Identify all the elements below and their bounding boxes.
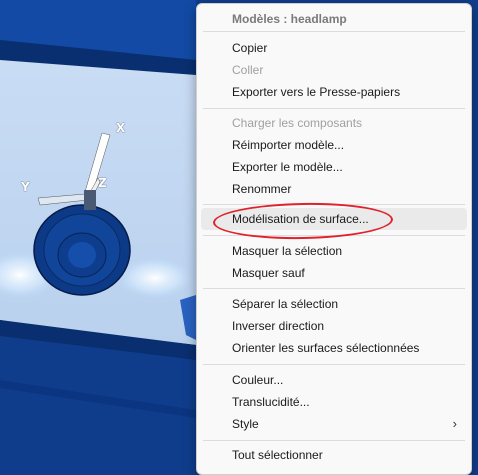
menu-item-translucency[interactable]: Translucidité... [201,391,467,413]
context-menu: Modèles : headlamp Copier Coller Exporte… [196,3,472,475]
menu-item-rename[interactable]: Renommer [201,178,467,200]
menu-item-surface-modeling[interactable]: Modélisation de surface... [201,208,467,230]
menu-separator [203,204,465,205]
axis-y-label: Y [21,180,30,194]
menu-item-export-model[interactable]: Exporter le modèle... [201,156,467,178]
menu-item-separate-selection[interactable]: Séparer la sélection [201,293,467,315]
menu-item-hide-selection[interactable]: Masquer la sélection [201,240,467,262]
menu-separator [203,440,465,441]
menu-item-label: Translucidité... [232,395,310,409]
menu-item-label: Séparer la sélection [232,297,339,311]
menu-item-label: Modélisation de surface... [232,212,369,226]
menu-separator [203,31,465,32]
menu-item-copy[interactable]: Copier [201,37,467,59]
chevron-right-icon: › [452,416,457,431]
menu-item-label: Réimporter modèle... [232,138,345,152]
menu-item-color[interactable]: Couleur... [201,369,467,391]
menu-header: Modèles : headlamp [232,12,347,26]
menu-item-label: Exporter vers le Presse-papiers [232,85,401,99]
menu-item-style[interactable]: Style › [201,413,467,435]
menu-item-reimport-model[interactable]: Réimporter modèle... [201,134,467,156]
menu-item-label: Style [232,417,259,431]
menu-item-paste[interactable]: Coller [201,59,467,81]
menu-item-hide-except[interactable]: Masquer sauf [201,262,467,284]
menu-item-export-clipboard[interactable]: Exporter vers le Presse-papiers [201,81,467,103]
menu-item-invert-direction[interactable]: Inverser direction [201,315,467,337]
menu-item-load-components[interactable]: Charger les composants [201,112,467,134]
menu-separator [203,108,465,109]
menu-item-label: Charger les composants [232,116,363,130]
menu-item-label: Tout sélectionner [232,448,323,462]
menu-item-label: Masquer sauf [232,266,305,280]
menu-separator [203,235,465,236]
menu-item-label: Orienter les surfaces sélectionnées [232,341,420,355]
menu-item-label: Coller [232,63,264,77]
menu-separator [203,364,465,365]
axis-x-label: X [116,121,126,135]
menu-item-label: Couleur... [232,373,284,387]
axis-z-label: Z [98,176,107,190]
menu-item-label: Renommer [232,182,292,196]
menu-item-select-all[interactable]: Tout sélectionner [201,444,467,466]
menu-item-label: Masquer la sélection [232,244,343,258]
menu-item-orient-surfaces[interactable]: Orienter les surfaces sélectionnées [201,337,467,359]
menu-separator [203,288,465,289]
menu-item-label: Exporter le modèle... [232,160,343,174]
menu-item-label: Copier [232,41,268,55]
menu-item-label: Inverser direction [232,319,325,333]
